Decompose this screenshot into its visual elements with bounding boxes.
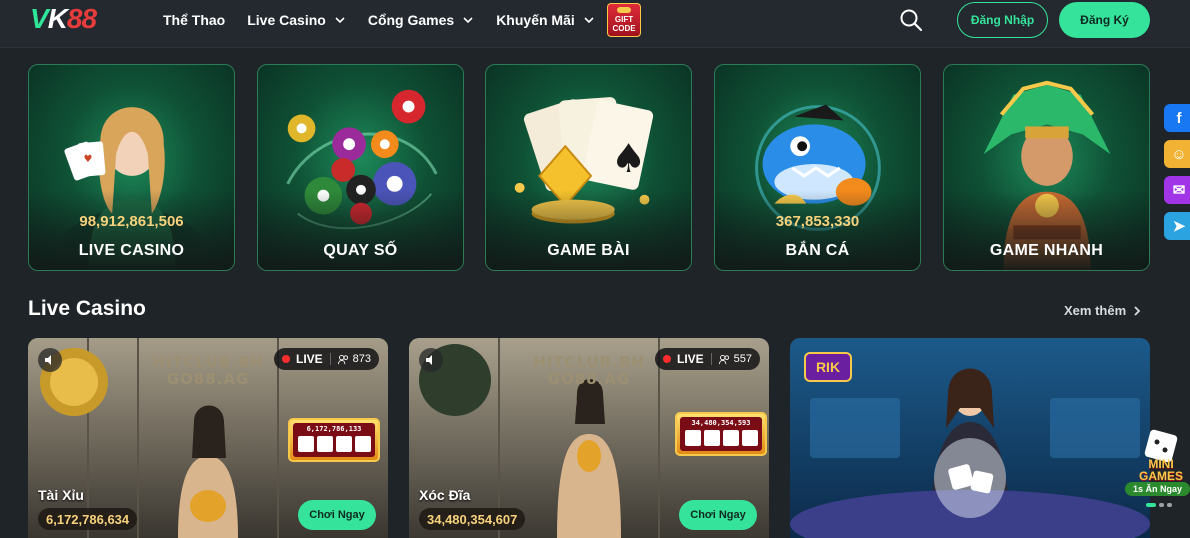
see-more-link[interactable]: Xem thêm [1064, 303, 1142, 318]
carousel-dot-active[interactable] [1146, 503, 1156, 507]
mini-games-label-2: GAMES [1138, 469, 1183, 483]
gift-label-1: GIFT [614, 15, 634, 24]
telegram-icon[interactable]: ➤ [1164, 212, 1190, 240]
gift-bow-icon [617, 7, 631, 13]
play-now-button[interactable]: Chơi Ngay [298, 500, 376, 530]
search-icon[interactable] [899, 8, 923, 32]
nav-item-live-casino[interactable]: Live Casino [247, 12, 346, 28]
mini-games-floater[interactable]: MINI GAMES 1s Ăn Ngay [1123, 428, 1190, 498]
nav-label: Cổng Games [367, 12, 455, 28]
gift-code-button[interactable]: GIFT CODE [607, 3, 641, 37]
login-button[interactable]: Đăng Nhập [957, 2, 1048, 38]
game-jackpot: 6,172,786,634 [38, 508, 138, 530]
chevron-down-icon [584, 17, 594, 24]
gift-label-2: CODE [612, 24, 636, 33]
logo-letter-v: V [30, 3, 49, 34]
category-live-casino[interactable]: ♥ 98,912,861,506 LIVE CASINO [28, 64, 235, 271]
game-card-mini-dice[interactable]: RIK [790, 338, 1150, 538]
logo-number: 88 [66, 3, 97, 34]
live-label: LIVE [296, 352, 323, 366]
game-name: Xóc Đĩa [419, 487, 471, 503]
game-jackpot: 34,480,354,607 [419, 508, 526, 530]
section-title: Live Casino [28, 297, 146, 320]
nav-item-the-thao[interactable]: Thể Thao [163, 12, 225, 28]
messenger-icon[interactable]: ✉ [1164, 176, 1190, 204]
live-dot-icon [282, 355, 290, 363]
category-label: QUAY SỐ [323, 242, 398, 259]
rik-sign: RIK [804, 352, 852, 382]
category-label: BẮN CÁ [785, 242, 850, 259]
category-game-bai[interactable]: ♠ GAME BÀI [485, 64, 692, 271]
jackpot-amount: 367,853,330 [775, 213, 860, 230]
top-header: VK88 Thể Thao Live Casino Cổng Games Khu… [0, 0, 1190, 48]
watermark-line-2: GO88.AG [547, 370, 631, 388]
nav-item-cong-games[interactable]: Cổng Games [368, 12, 474, 28]
carousel-dots[interactable] [1146, 503, 1172, 507]
game-name: Tài Xỉu [38, 487, 84, 503]
game-card-xoc-dia[interactable]: HITCLUB.BH GO88.AG 34,480,354,593 LIVE 5… [409, 338, 769, 538]
jackpot-board: 6,172,786,133 [288, 418, 380, 462]
category-ban-ca[interactable]: 367,853,330 BẮN CÁ [714, 64, 921, 271]
play-now-button[interactable]: Chơi Ngay [679, 500, 757, 530]
vk88-logo[interactable]: VK88 [30, 3, 97, 34]
logo-letter-k: K [47, 3, 68, 34]
nav-label: Khuyến Mãi [496, 12, 575, 28]
speaker-icon[interactable] [419, 348, 443, 372]
jackpot-amount: 98,912,861,506 [79, 213, 184, 230]
jackpot-board-value: 6,172,786,133 [306, 425, 362, 433]
viewer-count: 557 [733, 353, 753, 365]
svg-text:♥: ♥ [83, 154, 92, 165]
see-more-label: Xem thêm [1064, 303, 1127, 318]
chevron-down-icon [463, 17, 473, 24]
group-icon[interactable]: ☺ [1164, 140, 1190, 168]
category-quay-so[interactable]: QUAY SỐ [257, 64, 464, 271]
register-button[interactable]: Đăng Ký [1059, 2, 1150, 38]
users-icon [337, 354, 348, 364]
live-label: LIVE [677, 352, 704, 366]
carousel-dot[interactable] [1167, 503, 1172, 507]
carousel-dot[interactable] [1159, 503, 1164, 507]
jackpot-board-value: 34,480,354,593 [691, 419, 751, 427]
nav-label: Live Casino [247, 12, 326, 28]
category-label: GAME BÀI [547, 242, 630, 259]
users-icon [718, 354, 729, 364]
game-card-tai-xiu[interactable]: HITCLUB.BH GO88.AG 6,172,786,133 LIVE 87… [28, 338, 388, 538]
jackpot-board: 34,480,354,593 [675, 412, 767, 456]
live-viewers-badge: LIVE 873 [274, 348, 380, 370]
main-nav: Thể Thao Live Casino Cổng Games Khuyến M… [163, 0, 617, 40]
chevron-down-icon [335, 17, 345, 24]
category-label: GAME NHANH [989, 242, 1104, 259]
category-label: LIVE CASINO [78, 242, 185, 259]
slot-reels [684, 430, 758, 446]
live-viewers-badge: LIVE 557 [655, 348, 761, 370]
category-game-nhanh[interactable]: GAME NHANH [943, 64, 1150, 271]
facebook-icon[interactable]: f [1164, 104, 1190, 132]
nav-label: Thể Thao [163, 12, 226, 28]
speaker-icon[interactable] [38, 348, 62, 372]
slot-reels [297, 436, 371, 452]
live-dot-icon [663, 355, 671, 363]
nav-item-khuyen-mai[interactable]: Khuyến Mãi [496, 12, 595, 28]
chevron-right-icon [1134, 305, 1141, 316]
viewer-count: 873 [352, 353, 372, 365]
mini-games-tagline: 1s Ăn Ngay [1125, 482, 1190, 496]
watermark-line-2: GO88.AG [166, 370, 250, 388]
svg-text:♠: ♠ [611, 136, 647, 182]
